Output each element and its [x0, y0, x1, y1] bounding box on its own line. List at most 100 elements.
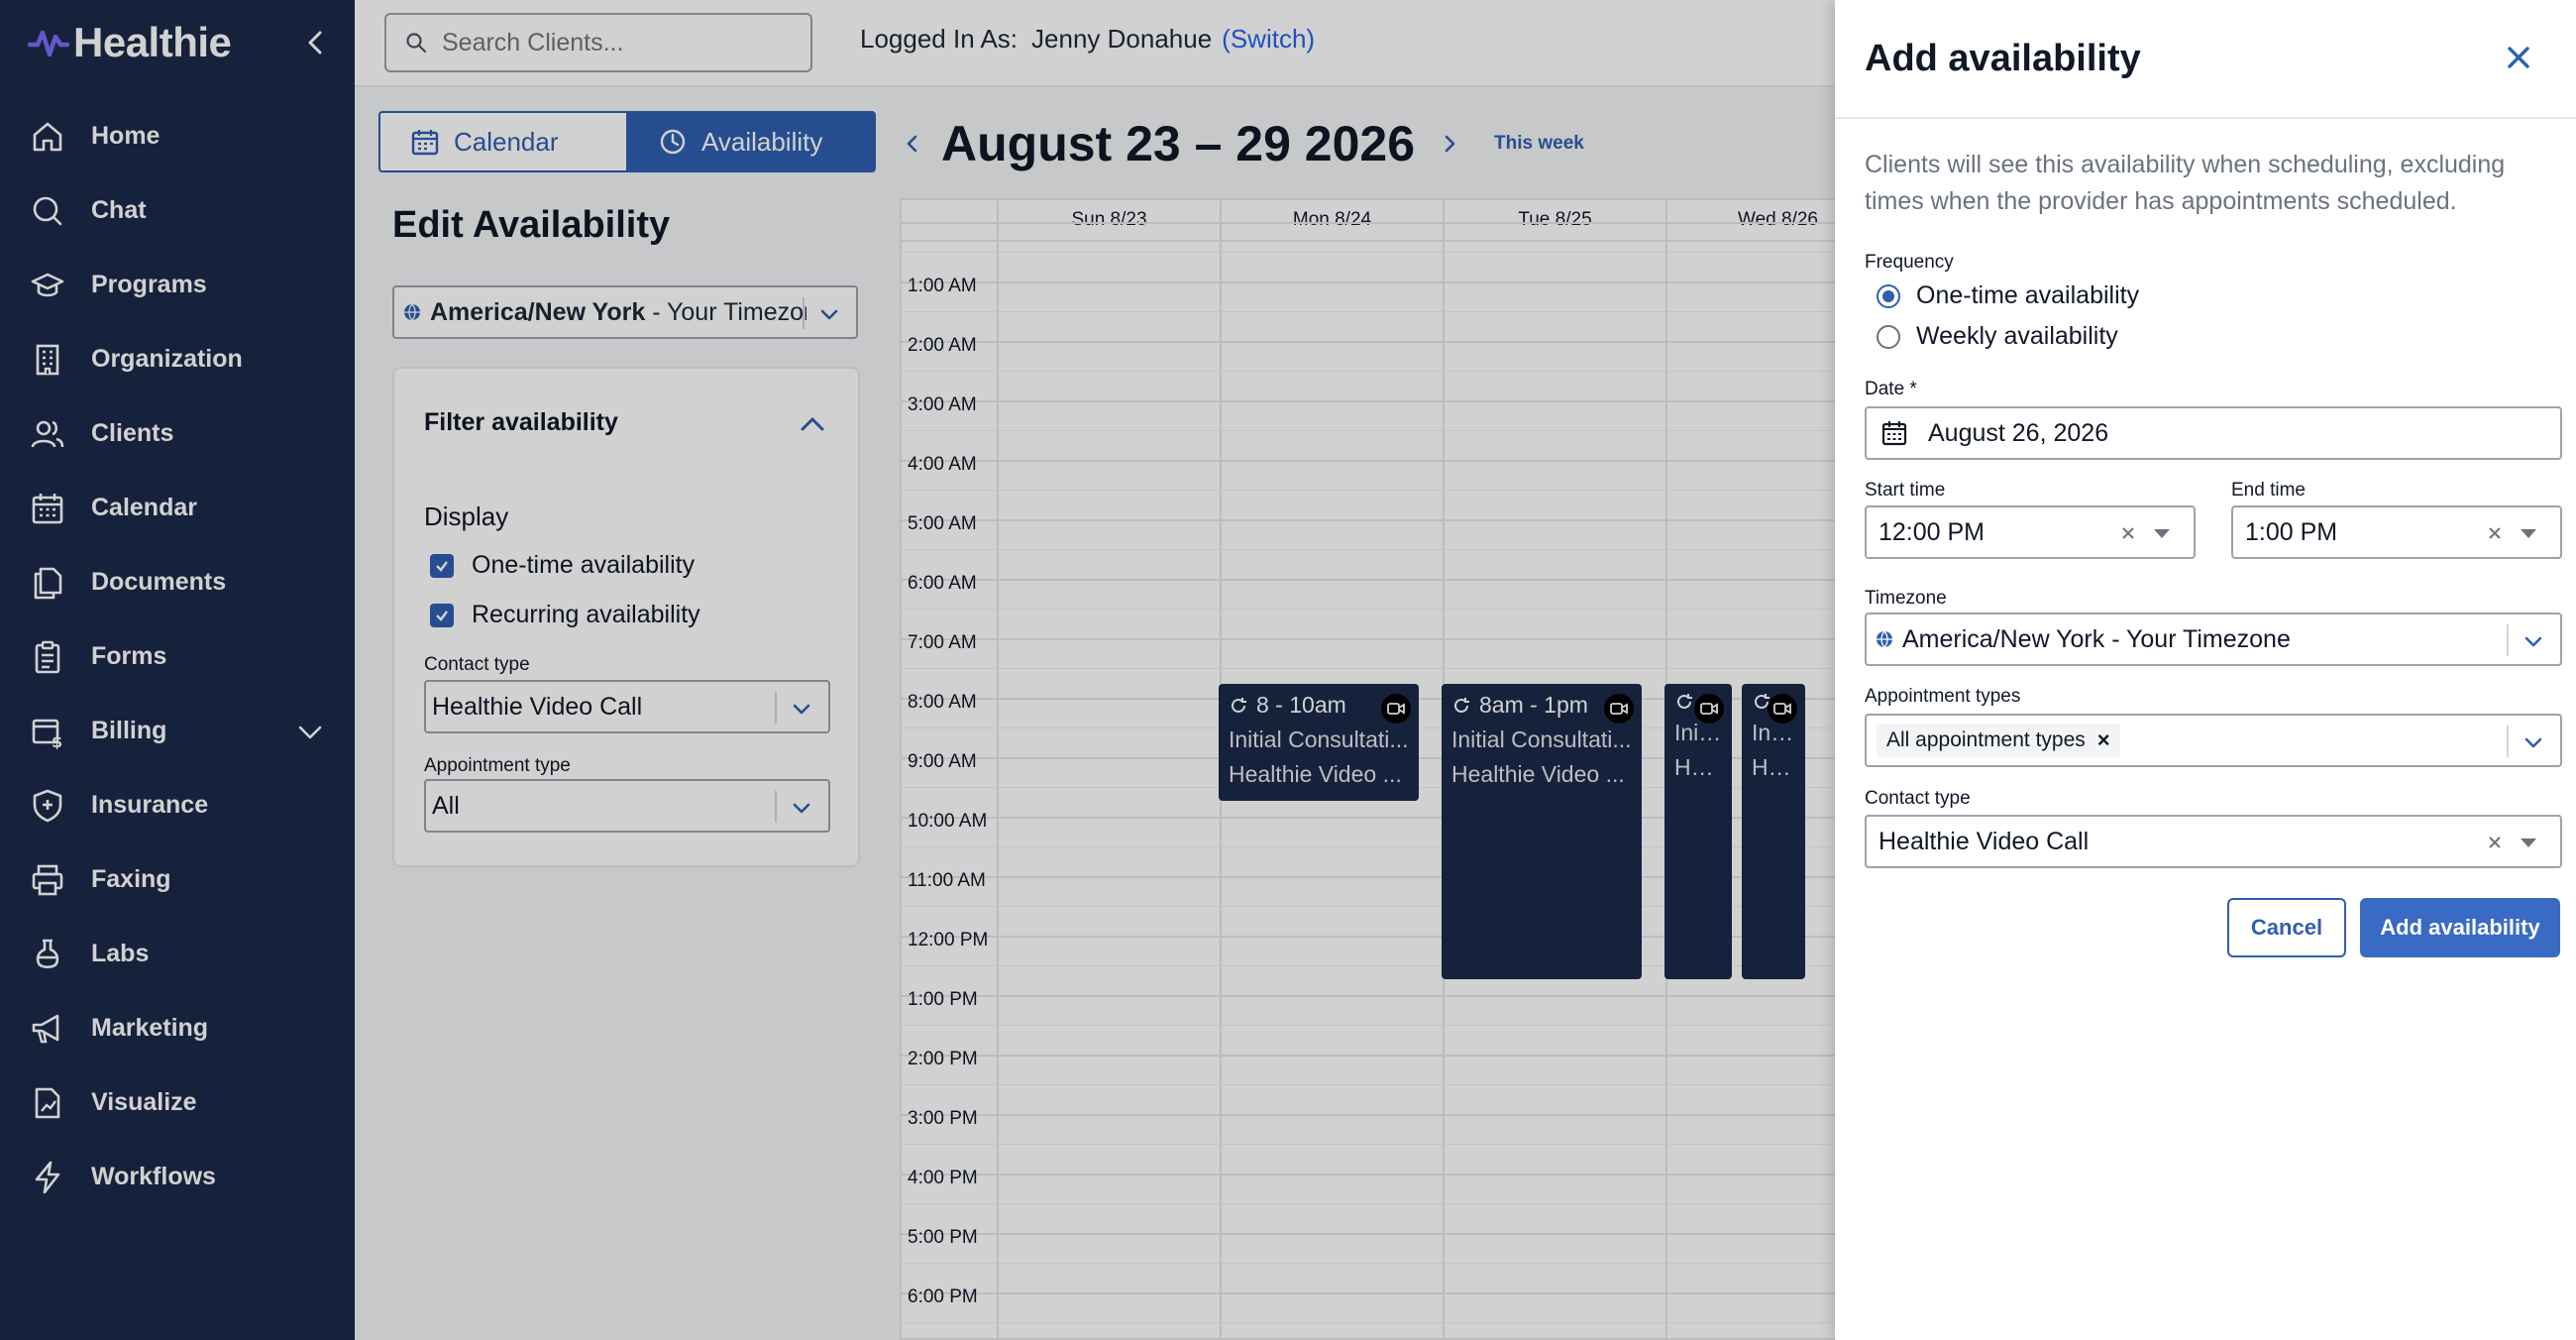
- start-time-select[interactable]: 12:00 PM: [1865, 505, 2196, 559]
- chat-icon: [33, 196, 62, 225]
- sidebar-item-home[interactable]: Home: [0, 99, 355, 173]
- one-time-checkbox-row[interactable]: One-time availability: [430, 551, 695, 580]
- search-input[interactable]: [442, 28, 799, 57]
- brand-logo[interactable]: Healthie: [28, 18, 335, 67]
- recurring-icon: [1454, 697, 1469, 713]
- chevron-down-icon[interactable]: [2521, 729, 2546, 755]
- chevron-down-icon[interactable]: [295, 718, 325, 747]
- clear-icon[interactable]: [2118, 523, 2138, 543]
- availability-block[interactable]: Init... He...: [1742, 684, 1805, 979]
- chevron-down-icon[interactable]: [789, 795, 814, 821]
- caret-down-icon[interactable]: [2154, 529, 2170, 538]
- select-separator: [775, 791, 777, 823]
- megaphone-icon: [32, 1014, 59, 1043]
- contact-type-value: Healthie Video Call: [432, 692, 643, 721]
- availability-view-button[interactable]: Availability: [628, 111, 876, 172]
- appointment-types-select[interactable]: All appointment types ×: [1865, 714, 2562, 767]
- recurring-checkbox[interactable]: [430, 603, 454, 627]
- calendar-view-button[interactable]: Calendar: [378, 111, 628, 172]
- sidebar-item-faxing[interactable]: Faxing: [0, 842, 355, 917]
- availability-contact: Healthie Video ...: [1229, 761, 1402, 787]
- sidebar-item-clients[interactable]: Clients: [0, 396, 355, 471]
- weekly-radio-label: Weekly availability: [1916, 322, 2118, 350]
- time-label: 2:00 AM: [908, 335, 977, 356]
- chevron-up-icon[interactable]: [797, 408, 828, 440]
- contact-type-label: Contact type: [424, 654, 530, 675]
- filter-availability-card: Filter availability Display One-time ava…: [392, 367, 860, 867]
- sidebar-item-calendar[interactable]: Calendar: [0, 471, 355, 545]
- appointment-type-tag: All appointment types ×: [1877, 724, 2120, 757]
- switch-user-link[interactable]: (Switch): [1222, 24, 1315, 54]
- timezone-select[interactable]: America/New York - Your Timezone: [392, 285, 858, 339]
- end-time-select[interactable]: 1:00 PM: [2231, 505, 2562, 559]
- sidebar-item-workflows[interactable]: Workflows: [0, 1140, 355, 1214]
- sidebar-item-chat[interactable]: Chat: [0, 173, 355, 248]
- chevron-right-icon[interactable]: [1437, 130, 1464, 158]
- frequency-weekly-option[interactable]: Weekly availability: [1877, 322, 2118, 351]
- caret-down-icon[interactable]: [2521, 529, 2536, 538]
- sidebar-item-marketing[interactable]: Marketing: [0, 991, 355, 1065]
- chevron-down-icon[interactable]: [789, 696, 814, 722]
- globe-icon: [404, 303, 420, 321]
- sidebar-item-forms[interactable]: Forms: [0, 619, 355, 694]
- add-availability-button[interactable]: Add availability: [2360, 898, 2560, 957]
- availability-block[interactable]: 8am - 1pm Initial Consultati... Healthie V…: [1442, 684, 1642, 979]
- date-label: Date *: [1865, 379, 1917, 399]
- checkmark-icon: [436, 560, 448, 572]
- panel-contact-type-select[interactable]: Healthie Video Call: [1865, 815, 2562, 868]
- calendar-icon: [411, 130, 439, 156]
- weekly-radio[interactable]: [1877, 324, 1900, 349]
- time-label: 5:00 PM: [908, 1227, 978, 1248]
- time-label: 4:00 PM: [908, 1168, 978, 1188]
- sidebar-item-documents[interactable]: Documents: [0, 545, 355, 619]
- cancel-button[interactable]: Cancel: [2227, 898, 2346, 957]
- remove-tag-icon[interactable]: ×: [2097, 727, 2110, 753]
- clear-icon[interactable]: [2485, 523, 2505, 543]
- one-time-radio[interactable]: [1877, 283, 1900, 308]
- collapse-sidebar-icon[interactable]: [297, 24, 335, 61]
- frequency-one-time-option[interactable]: One-time availability: [1877, 281, 2139, 310]
- day-header: Tue 8/25: [1443, 200, 1665, 240]
- chevron-down-icon[interactable]: [816, 301, 842, 327]
- select-separator: [2507, 624, 2509, 656]
- sidebar-item-label: Billing: [91, 717, 167, 744]
- video-call-icon: [1381, 694, 1411, 724]
- availability-block[interactable]: Init... He...: [1664, 684, 1732, 979]
- time-label: 11:00 AM: [908, 870, 986, 891]
- sidebar-item-label: Faxing: [91, 865, 171, 893]
- search-box[interactable]: [384, 13, 812, 72]
- sidebar-item-labs[interactable]: Labs: [0, 917, 355, 991]
- svg-text:$: $: [52, 732, 62, 749]
- sidebar-item-insurance[interactable]: Insurance: [0, 768, 355, 842]
- contact-type-select[interactable]: Healthie Video Call: [424, 680, 830, 733]
- select-separator: [775, 692, 777, 724]
- sidebar-item-organization[interactable]: Organization: [0, 322, 355, 396]
- timezone-label: Timezone: [1865, 588, 1947, 609]
- sidebar-item-label: Clients: [91, 419, 174, 447]
- close-icon[interactable]: [2501, 40, 2536, 75]
- one-time-label: One-time availability: [472, 551, 696, 579]
- panel-timezone-value: America/New York - Your Timezone: [1902, 624, 2291, 653]
- clear-icon[interactable]: [2485, 833, 2505, 852]
- sidebar-item-visualize[interactable]: Visualize: [0, 1065, 355, 1140]
- sidebar-item-label: Marketing: [91, 1014, 209, 1042]
- appointment-type-select[interactable]: All: [424, 779, 830, 833]
- time-label: 3:00 AM: [908, 394, 977, 415]
- sidebar-item-label: Organization: [91, 345, 243, 373]
- time-label: 6:00 PM: [908, 1286, 978, 1307]
- caret-down-icon[interactable]: [2521, 838, 2536, 847]
- sidebar-item-programs[interactable]: Programs: [0, 248, 355, 322]
- chevron-down-icon[interactable]: [2521, 628, 2546, 654]
- date-field[interactable]: August 26, 2026: [1865, 406, 2562, 460]
- one-time-checkbox[interactable]: [430, 553, 454, 578]
- chevron-left-icon[interactable]: [898, 130, 925, 158]
- this-week-link[interactable]: This week: [1494, 133, 1584, 155]
- appointment-types-label: Appointment types: [1865, 686, 2021, 707]
- availability-title: Initial Consultati...: [1229, 726, 1409, 752]
- search-icon: [406, 33, 427, 54]
- recurring-checkbox-row[interactable]: Recurring availability: [430, 601, 700, 629]
- availability-block[interactable]: 8 - 10am Initial Consultati... Healthie Vi…: [1219, 684, 1419, 801]
- panel-timezone-select[interactable]: America/New York - Your Timezone: [1865, 613, 2562, 666]
- time-label: 2:00 PM: [908, 1049, 978, 1069]
- sidebar-item-billing[interactable]: $ Billing: [0, 694, 355, 768]
